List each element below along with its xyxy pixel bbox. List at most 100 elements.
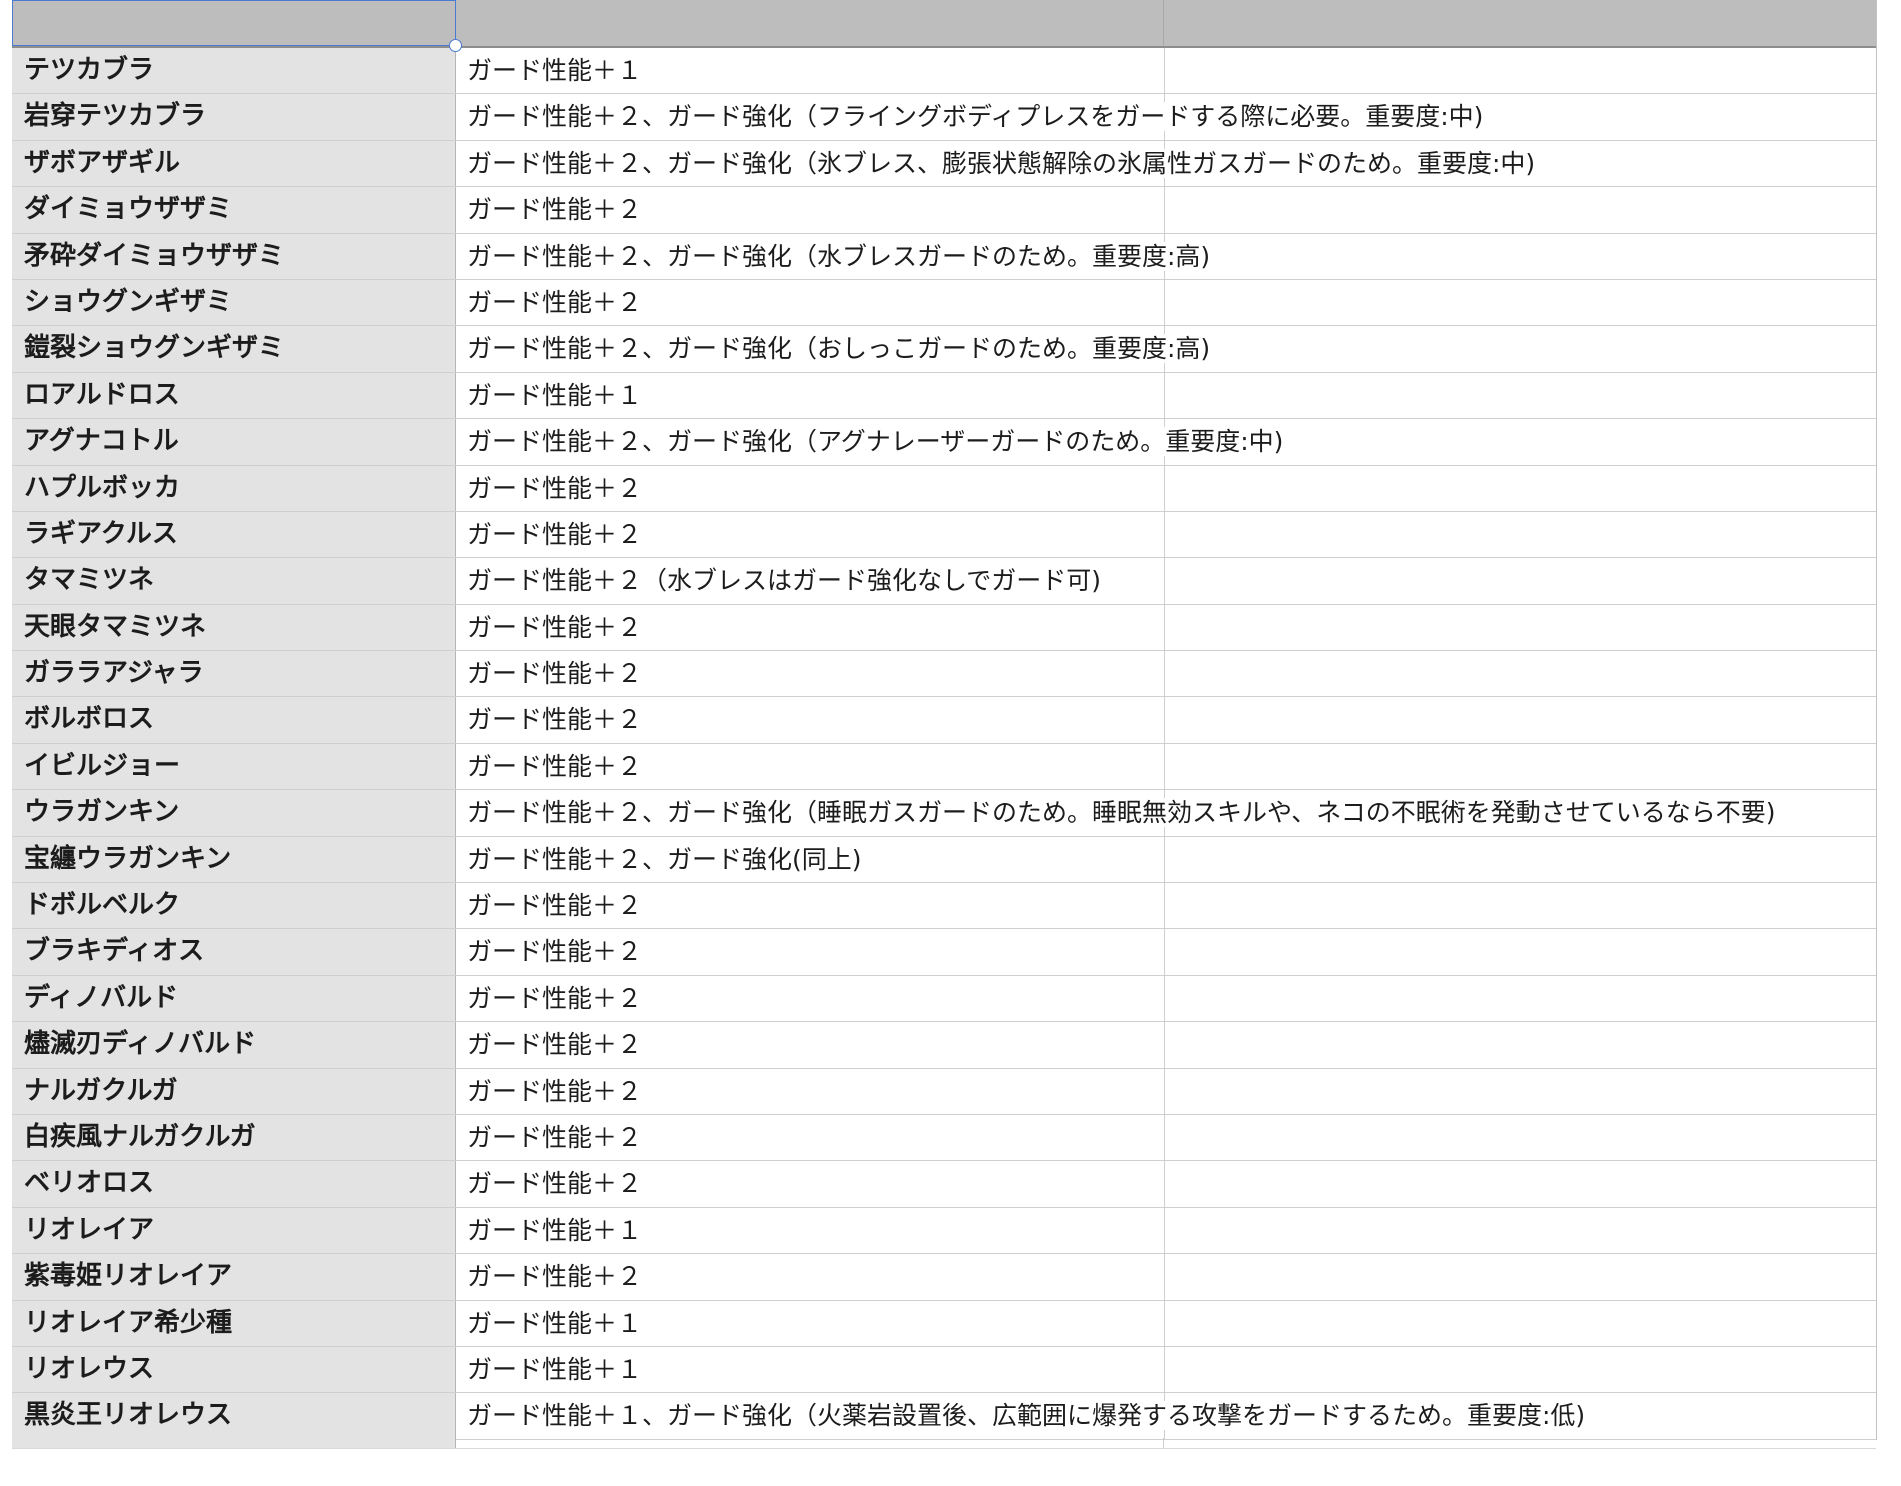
monster-name-cell[interactable]: 燼滅刃ディノバルド	[12, 1022, 456, 1068]
guard-skill-text: ガード性能＋２	[467, 473, 645, 503]
table-row: 黒炎王リオレウス ガード性能＋１、ガード強化（火薬岩設置後、広範囲に爆発する攻撃を…	[12, 1393, 1876, 1440]
guard-skill-cell[interactable]: ガード性能＋１	[456, 1346, 1876, 1393]
guard-skill-cell[interactable]: ガード性能＋２	[456, 743, 1876, 790]
monster-name-cell[interactable]: ボルボロス	[12, 697, 456, 743]
table-row: ディノバルド ガード性能＋２	[12, 975, 1876, 1023]
table-row: ロアルドロス ガード性能＋１	[12, 372, 1876, 420]
monster-name-cell[interactable]: リオレイア希少種	[12, 1300, 456, 1346]
guard-skill-cell[interactable]: ガード性能＋２	[456, 1114, 1876, 1161]
guard-skill-text: ガード性能＋１	[467, 56, 645, 85]
column-divider	[1164, 465, 1165, 511]
table-body: テツカブラ ガード性能＋１ 岩穿テツカブラ ガード性能＋２、ガード強化（フライングボデ…	[12, 48, 1876, 1440]
guard-skill-cell[interactable]: ガード性能＋２	[456, 1068, 1876, 1114]
guard-skill-cell[interactable]: ガード性能＋２	[456, 697, 1876, 743]
guard-skill-text: ガード性能＋２	[467, 1030, 645, 1060]
column-divider	[1164, 1161, 1165, 1207]
guard-skill-cell[interactable]: ガード性能＋２	[456, 651, 1876, 697]
monster-name-cell[interactable]: ガララアジャラ	[12, 651, 456, 697]
guard-skill-cell[interactable]: ガード性能＋２	[456, 511, 1876, 558]
guard-skill-cell[interactable]: ガード性能＋２、ガード強化（水ブレスガードのため。重要度:高)	[456, 233, 1876, 279]
guard-skill-cell[interactable]: ガード性能＋２	[456, 465, 1876, 511]
column-divider	[1164, 48, 1165, 94]
next-row-guard-cell[interactable]	[456, 1438, 1164, 1448]
table-row: ドボルベルク ガード性能＋２	[12, 883, 1876, 930]
guard-skill-cell[interactable]: ガード性能＋１	[456, 48, 1876, 94]
monster-name-cell[interactable]: ラギアクルス	[12, 511, 456, 558]
monster-name-cell[interactable]: 天眼タマミツネ	[12, 604, 456, 651]
guard-skill-cell[interactable]: ガード性能＋２、ガード強化（睡眠ガスガードのため。睡眠無効スキルや、ネコの不眠術…	[456, 790, 1876, 836]
column-divider	[1164, 187, 1165, 233]
guard-skill-cell[interactable]: ガード性能＋２	[456, 1254, 1876, 1300]
monster-name-cell[interactable]: ザボアザギル	[12, 140, 456, 187]
monster-name-cell[interactable]: 岩穿テツカブラ	[12, 94, 456, 140]
guard-skill-text: ガード性能＋２	[467, 937, 645, 967]
guard-skill-cell[interactable]: ガード性能＋２	[456, 1161, 1876, 1207]
monster-name-cell[interactable]: 鎧裂ショウグンギザミ	[12, 326, 456, 372]
guard-skill-text: ガード性能＋２	[467, 751, 645, 781]
monster-name-cell[interactable]: テツカブラ	[12, 48, 456, 94]
guard-skill-cell[interactable]: ガード性能＋２、ガード強化（フライングボディプレスをガードする際に必要。重要度:…	[456, 94, 1876, 140]
guard-skill-text: ガード性能＋２、ガード強化（氷ブレス、膨張状態解除の氷属性ガスガードのため。重要…	[467, 148, 1538, 178]
monster-name-cell[interactable]: アグナコトル	[12, 419, 456, 465]
guard-skill-text: ガード性能＋２	[467, 519, 645, 549]
table-row: 鎧裂ショウグンギザミ ガード性能＋２、ガード強化（おしっこガードのため。重要度:高…	[12, 326, 1876, 373]
guard-skill-cell[interactable]: ガード性能＋２、ガード強化(同上)	[456, 836, 1876, 883]
guard-skill-cell[interactable]: ガード性能＋２	[456, 604, 1876, 651]
table-row: ウラガンキン ガード性能＋２、ガード強化（睡眠ガスガードのため。睡眠無効スキルや、…	[12, 790, 1876, 837]
header-cell-a-selected[interactable]	[12, 0, 462, 52]
column-divider	[1164, 743, 1165, 790]
guard-skill-text: ガード性能＋１	[467, 1215, 645, 1245]
guard-skill-text: ガード性能＋２、ガード強化（水ブレスガードのため。重要度:高)	[467, 241, 1213, 271]
monster-name-cell[interactable]: ハプルボッカ	[12, 465, 456, 511]
monster-name-cell[interactable]: ウラガンキン	[12, 790, 456, 836]
monster-name-cell[interactable]: 白疾風ナルガクルガ	[12, 1114, 456, 1161]
column-divider	[1164, 883, 1165, 929]
guard-skill-text: ガード性能＋２	[467, 891, 645, 921]
guard-skill-cell[interactable]: ガード性能＋１	[456, 1300, 1876, 1346]
guard-skill-cell[interactable]: ガード性能＋２	[456, 883, 1876, 929]
guard-skill-cell[interactable]: ガード性能＋２	[456, 975, 1876, 1022]
table-row: イビルジョー ガード性能＋２	[12, 743, 1876, 791]
guard-skill-text: ガード性能＋２	[467, 1262, 645, 1292]
column-divider	[1164, 1254, 1165, 1300]
guard-skill-text: ガード性能＋１	[467, 380, 645, 410]
monster-name-cell[interactable]: リオレウス	[12, 1346, 456, 1393]
monster-name-cell[interactable]: タマミツネ	[12, 558, 456, 604]
table-row: タマミツネ ガード性能＋２（水ブレスはガード強化なしでガード可)	[12, 558, 1876, 605]
monster-name-cell[interactable]: ブラキディオス	[12, 929, 456, 975]
guard-skill-cell[interactable]: ガード性能＋２、ガード強化（おしっこガードのため。重要度:高)	[456, 326, 1876, 372]
guard-skill-cell[interactable]: ガード性能＋１	[456, 372, 1876, 419]
guard-skill-text: ガード性能＋２	[467, 287, 645, 317]
guard-skill-cell[interactable]: ガード性能＋２	[456, 187, 1876, 233]
monster-name-cell[interactable]: ドボルベルク	[12, 883, 456, 929]
monster-name-cell[interactable]: 宝纏ウラガンキン	[12, 836, 456, 883]
guard-skill-cell[interactable]: ガード性能＋２、ガード強化（アグナレーザーガードのため。重要度:中)	[456, 419, 1876, 465]
header-cell-b[interactable]	[456, 0, 1164, 46]
monster-name-cell[interactable]: ナルガクルガ	[12, 1068, 456, 1114]
next-row-partial	[12, 1438, 1876, 1449]
table-row: ガララアジャラ ガード性能＋２	[12, 651, 1876, 698]
monster-name-cell[interactable]: 矛砕ダイミョウザザミ	[12, 233, 456, 279]
monster-name-cell[interactable]: ベリオロス	[12, 1161, 456, 1207]
monster-name-cell[interactable]: 黒炎王リオレウス	[12, 1393, 456, 1439]
monster-name-cell[interactable]: リオレイア	[12, 1207, 456, 1254]
guard-skill-cell[interactable]: ガード性能＋１	[456, 1207, 1876, 1254]
monster-name-cell[interactable]: ロアルドロス	[12, 372, 456, 419]
guard-skill-cell[interactable]: ガード性能＋２	[456, 1022, 1876, 1068]
monster-name-cell[interactable]: 紫毒姫リオレイア	[12, 1254, 456, 1300]
guard-skill-text: ガード性能＋２	[467, 195, 645, 225]
monster-name-cell[interactable]: ダイミョウザザミ	[12, 187, 456, 233]
monster-name-cell[interactable]: イビルジョー	[12, 743, 456, 790]
header-cell-c[interactable]	[1164, 0, 1876, 46]
column-divider	[1164, 1346, 1165, 1393]
guard-skill-cell[interactable]: ガード性能＋１、ガード強化（火薬岩設置後、広範囲に爆発する攻撃をガードするため。…	[456, 1393, 1876, 1439]
table-row: ベリオロス ガード性能＋２	[12, 1161, 1876, 1208]
guard-skill-cell[interactable]: ガード性能＋２、ガード強化（氷ブレス、膨張状態解除の氷属性ガスガードのため。重要…	[456, 140, 1876, 187]
next-row-name-cell[interactable]	[12, 1438, 456, 1448]
table-row: ナルガクルガ ガード性能＋２	[12, 1068, 1876, 1115]
guard-skill-cell[interactable]: ガード性能＋２	[456, 929, 1876, 975]
guard-skill-cell[interactable]: ガード性能＋２	[456, 279, 1876, 326]
guard-skill-cell[interactable]: ガード性能＋２（水ブレスはガード強化なしでガード可)	[456, 558, 1876, 604]
monster-name-cell[interactable]: ショウグンギザミ	[12, 279, 456, 326]
monster-name-cell[interactable]: ディノバルド	[12, 975, 456, 1022]
